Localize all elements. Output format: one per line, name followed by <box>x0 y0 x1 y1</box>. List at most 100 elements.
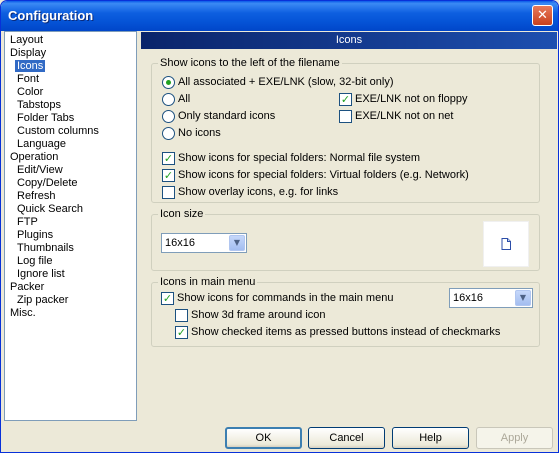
check-pressed-label: Show checked items as pressed buttons in… <box>191 326 501 338</box>
radio-standard-label: Only standard icons <box>178 110 276 122</box>
document-icon <box>501 238 511 250</box>
sidebar-item-copy-delete[interactable]: Copy/Delete <box>5 177 136 190</box>
sidebar-item-quick-search[interactable]: Quick Search <box>5 203 136 216</box>
sidebar-item-label: Language <box>17 138 66 150</box>
chevron-down-icon[interactable]: ▼ <box>515 290 531 306</box>
check-commands[interactable]: ✓ Show icons for commands in the main me… <box>161 291 393 305</box>
sidebar-item-label: Ignore list <box>17 268 65 280</box>
check-floppy-label: EXE/LNK not on floppy <box>355 93 468 105</box>
radio-all-button[interactable] <box>162 92 175 106</box>
check-special-virtual[interactable]: ✓ Show icons for special folders: Virtua… <box>162 168 469 182</box>
radio-none[interactable]: No icons <box>162 126 221 140</box>
sidebar-item-thumbnails[interactable]: Thumbnails <box>5 242 136 255</box>
check-overlay[interactable]: Show overlay icons, e.g. for links <box>162 185 338 199</box>
check-special-virtual-label: Show icons for special folders: Virtual … <box>178 169 469 181</box>
icon-size-value: 16x16 <box>165 237 195 249</box>
chevron-down-icon[interactable]: ▼ <box>229 235 245 251</box>
menu-icon-size-value: 16x16 <box>453 292 483 304</box>
sidebar-item-label: Operation <box>10 151 59 163</box>
sidebar-item-plugins[interactable]: Plugins <box>5 229 136 242</box>
sidebar-item-label: Tabstops <box>17 99 62 111</box>
sidebar-item-label: Font <box>17 73 40 85</box>
sidebar-item-refresh[interactable]: Refresh <box>5 190 136 203</box>
cancel-button[interactable]: Cancel <box>308 427 385 449</box>
sidebar-item-color[interactable]: Color <box>5 86 136 99</box>
check-3d-box[interactable] <box>175 308 188 322</box>
check-floppy-box[interactable]: ✓ <box>339 92 352 106</box>
sidebar-item-label: FTP <box>17 216 38 228</box>
apply-button[interactable]: Apply <box>476 427 553 449</box>
sidebar-item-label: Custom columns <box>17 125 99 137</box>
sidebar-item-label: Packer <box>10 281 45 293</box>
check-special-fs-label: Show icons for special folders: Normal f… <box>178 152 421 164</box>
sidebar-item-label: Misc. <box>10 307 36 319</box>
sidebar-item-font[interactable]: Font <box>5 73 136 86</box>
sidebar-item-ignore-list[interactable]: Ignore list <box>5 268 136 281</box>
sidebar-item-label: Plugins <box>17 229 54 241</box>
page-header: Icons <box>141 32 557 49</box>
check-overlay-box[interactable] <box>162 185 175 199</box>
radio-standard-button[interactable] <box>162 109 175 123</box>
check-net-label: EXE/LNK not on net <box>355 110 454 122</box>
check-special-fs-box[interactable]: ✓ <box>162 151 175 165</box>
sidebar-item-label: Edit/View <box>17 164 63 176</box>
check-pressed-box[interactable]: ✓ <box>175 325 188 339</box>
ok-button[interactable]: OK <box>225 427 302 449</box>
sidebar-item-label: Refresh <box>17 190 56 202</box>
sidebar-item-custom-columns[interactable]: Custom columns <box>5 125 136 138</box>
sidebar-item-label: Layout <box>10 34 44 46</box>
radio-all-associated[interactable]: All associated + EXE/LNK (slow, 32-bit o… <box>162 75 394 89</box>
sidebar-item-label: Folder Tabs <box>17 112 75 124</box>
radio-all-label: All <box>178 93 191 105</box>
check-commands-box[interactable]: ✓ <box>161 291 174 305</box>
sidebar-item-zip-packer[interactable]: Zip packer <box>5 294 136 307</box>
check-3d[interactable]: Show 3d frame around icon <box>175 308 326 322</box>
window-title: Configuration <box>8 8 94 23</box>
close-button[interactable]: ✕ <box>532 5 553 26</box>
show-icons-group-title: Show icons to the left of the filename <box>158 57 342 70</box>
sidebar-item-layout[interactable]: Layout <box>5 34 136 47</box>
sidebar-item-label: Thumbnails <box>17 242 74 254</box>
sidebar-item-ftp[interactable]: FTP <box>5 216 136 229</box>
sidebar-item-edit-view[interactable]: Edit/View <box>5 164 136 177</box>
icon-size-group-title: Icon size <box>158 208 206 221</box>
sidebar-item-label: Quick Search <box>17 203 84 215</box>
radio-none-button[interactable] <box>162 126 175 140</box>
sidebar-item-tabstops[interactable]: Tabstops <box>5 99 136 112</box>
sidebar-item-label: Copy/Delete <box>17 177 78 189</box>
check-pressed[interactable]: ✓ Show checked items as pressed buttons … <box>175 325 500 339</box>
help-button[interactable]: Help <box>392 427 469 449</box>
radio-all-associated-label: All associated + EXE/LNK (slow, 32-bit o… <box>178 76 394 88</box>
sidebar-item-display[interactable]: Display <box>5 47 136 60</box>
check-net-box[interactable] <box>339 109 352 123</box>
configuration-window: Configuration ✕ Layout Display Icons Font Co… <box>0 0 559 453</box>
radio-all-associated-button[interactable] <box>162 75 175 89</box>
radio-standard[interactable]: Only standard icons <box>162 109 275 123</box>
main-menu-group-title: Icons in main menu <box>158 276 258 289</box>
check-floppy[interactable]: ✓ EXE/LNK not on floppy <box>339 92 468 106</box>
icon-preview <box>483 221 529 267</box>
icon-size-select[interactable]: 16x16 ▼ <box>161 233 247 253</box>
sidebar-item-language[interactable]: Language <box>5 138 136 151</box>
sidebar-item-packer[interactable]: Packer <box>5 281 136 294</box>
check-special-virtual-box[interactable]: ✓ <box>162 168 175 182</box>
sidebar-item-label: Display <box>10 47 47 59</box>
menu-icon-size-select[interactable]: 16x16 ▼ <box>449 288 533 308</box>
sidebar-item-label: Color <box>17 86 44 98</box>
check-net[interactable]: EXE/LNK not on net <box>339 109 453 123</box>
check-3d-label: Show 3d frame around icon <box>191 309 326 321</box>
check-overlay-label: Show overlay icons, e.g. for links <box>178 186 339 198</box>
check-special-fs[interactable]: ✓ Show icons for special folders: Normal… <box>162 151 420 165</box>
check-commands-label: Show icons for commands in the main menu <box>177 292 394 304</box>
settings-tree[interactable]: Layout Display Icons Font Color Tabstops Folde… <box>4 31 137 421</box>
sidebar-item-label: Log file <box>17 255 53 267</box>
sidebar-item-label: Icons <box>15 60 46 72</box>
radio-none-label: No icons <box>178 127 221 139</box>
sidebar-item-icons[interactable]: Icons <box>5 60 136 73</box>
sidebar-item-misc[interactable]: Misc. <box>5 307 136 320</box>
sidebar-item-folder-tabs[interactable]: Folder Tabs <box>5 112 136 125</box>
sidebar-item-operation[interactable]: Operation <box>5 151 136 164</box>
sidebar-item-log-file[interactable]: Log file <box>5 255 136 268</box>
radio-all[interactable]: All <box>162 92 190 106</box>
title-bar: Configuration ✕ <box>1 1 558 31</box>
